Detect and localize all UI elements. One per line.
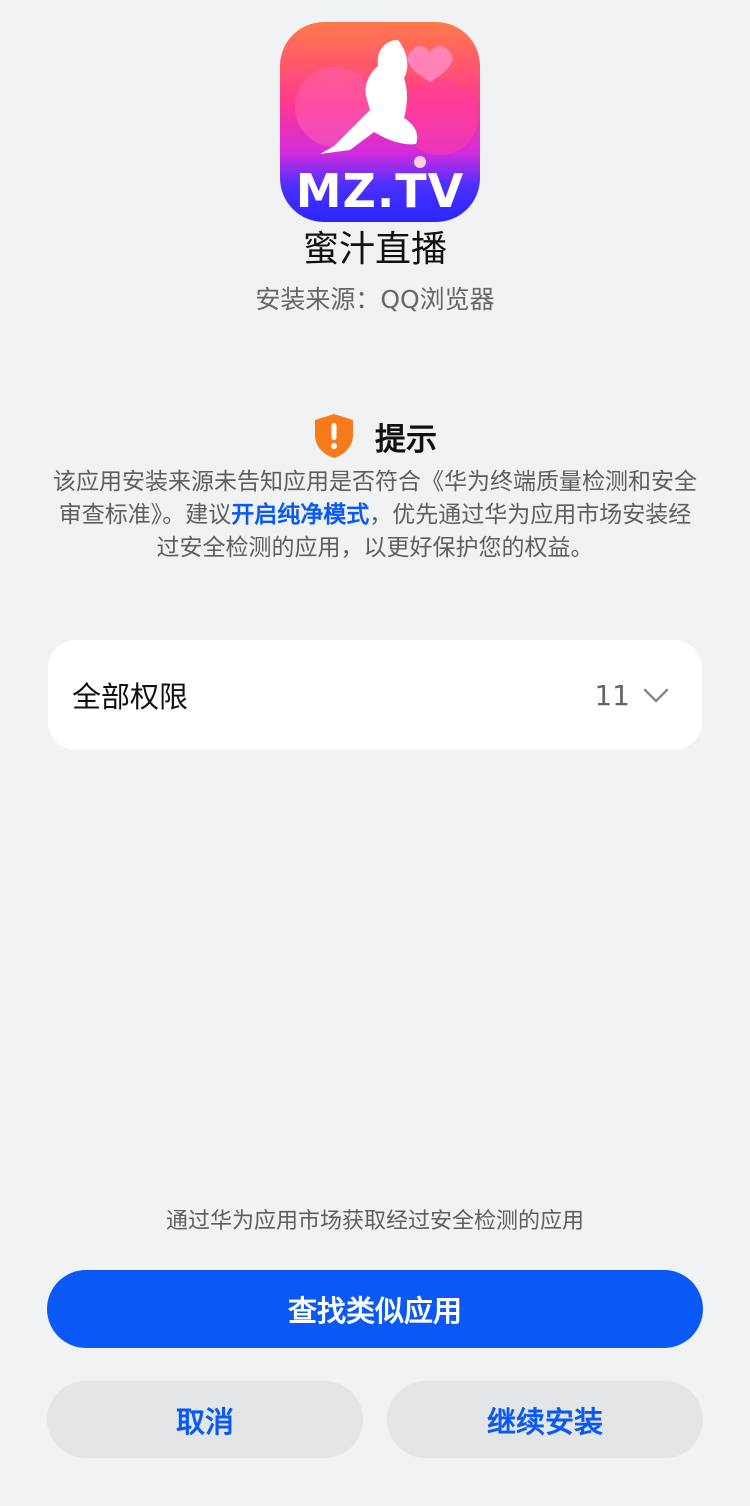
chevron-down-icon: [643, 688, 669, 703]
hint-message: 该应用安装来源未告知应用是否符合《华为终端质量检测和安全审查标准》。建议开启纯净…: [50, 466, 700, 565]
shield-warning-icon: [315, 414, 353, 458]
app-name: 蜜汁直播: [302, 229, 447, 270]
market-note: 通过华为应用市场获取经过安全检测的应用: [165, 1209, 584, 1234]
app-icon-label: MZ.TV: [295, 164, 465, 218]
permissions-label: 全部权限: [72, 680, 189, 714]
permissions-count: 11: [594, 678, 630, 712]
all-permissions-row[interactable]: 全部权限 11: [48, 640, 702, 750]
hint-header: 提示: [0, 410, 750, 462]
find-similar-apps-button[interactable]: 查找类似应用: [47, 1270, 703, 1348]
cancel-button[interactable]: 取消: [47, 1381, 363, 1458]
continue-install-button[interactable]: 继续安装: [387, 1381, 703, 1458]
pure-mode-link[interactable]: 开启纯净模式: [231, 502, 369, 528]
hint-title: 提示: [375, 421, 437, 458]
install-source: 安装来源：QQ浏览器: [255, 285, 495, 314]
app-icon: MZ.TV: [280, 22, 480, 222]
